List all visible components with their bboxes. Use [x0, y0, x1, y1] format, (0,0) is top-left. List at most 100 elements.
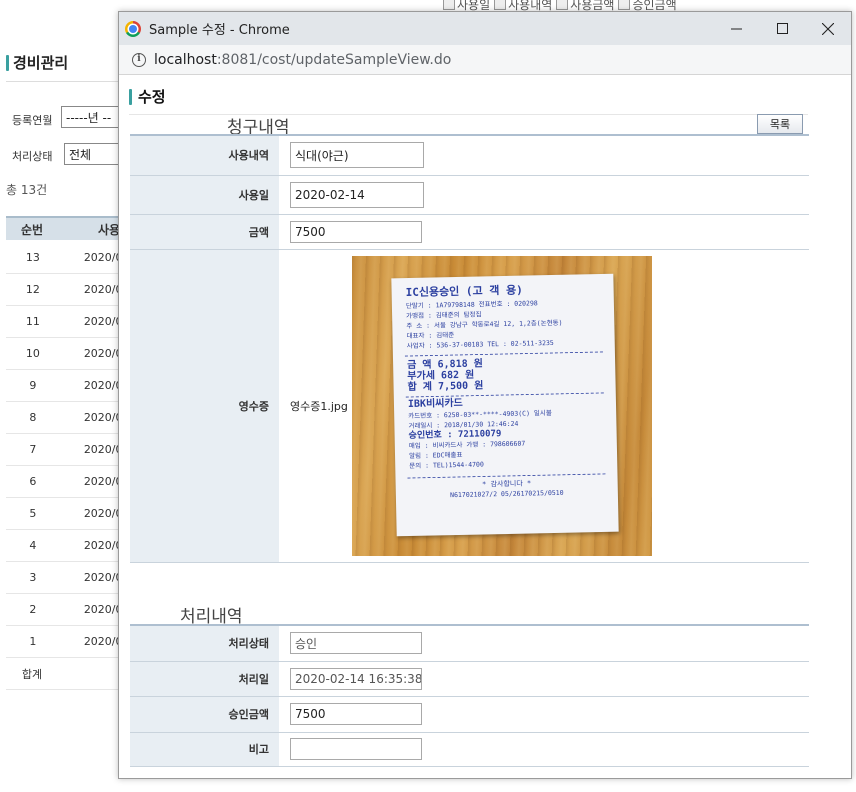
window-title: Sample 수정 - Chrome [149, 23, 290, 38]
row-date: 2020/0 [83, 411, 121, 424]
info-icon[interactable]: i [132, 52, 146, 67]
row-date: 2020/0 [83, 283, 121, 296]
date-input[interactable]: 2020-02-14 [290, 181, 424, 208]
row-date: 2020/0 [83, 507, 121, 520]
status-cell: 승인 [279, 624, 809, 662]
filter-label-status: 처리상태 [12, 150, 53, 163]
checkbox-icon[interactable] [443, 0, 455, 10]
row-seq: 3 [29, 571, 37, 584]
page-content: 수정 청구내역 목록 사용내역 식대(야근) 사용일 2020-02-14 금액 [119, 76, 851, 778]
amount-label: 금액 [130, 214, 279, 250]
usage-input[interactable]: 식대(야근) [290, 142, 424, 169]
divider [6, 81, 121, 82]
sum-row: 합계 [6, 658, 121, 690]
close-button[interactable] [805, 12, 851, 45]
approved-amount-input[interactable]: 7500 [290, 703, 422, 725]
row-date: 2020/0 [83, 315, 121, 328]
note-label: 비고 [130, 732, 279, 767]
row-seq: 1 [29, 635, 37, 648]
table-row[interactable]: 3 2020/0 [6, 562, 121, 594]
row-date: 2020/0 [83, 539, 121, 552]
processed-date-label: 처리일 [130, 661, 279, 697]
table-row[interactable]: 8 2020/0 [6, 402, 121, 434]
date-cell: 2020-02-14 [279, 175, 809, 215]
table-row[interactable]: 1 2020/0 [6, 626, 121, 658]
list-table-body: 13 2020/0 12 2020/0 11 2020/0 10 2020/0 9 2020/0 8… [6, 242, 121, 690]
row-seq: 12 [25, 283, 40, 296]
note-cell [279, 732, 809, 767]
url-text[interactable]: localhost:8081/cost/updateSampleView.do [154, 52, 451, 68]
filter-month-select[interactable]: -----년 -- [61, 106, 121, 128]
status-input[interactable]: 승인 [290, 632, 422, 655]
receipt-line: 대표자 : 김태준 [406, 330, 454, 340]
row-date: 2020/0 [83, 603, 121, 616]
minimize-icon [730, 28, 742, 30]
processed-date-input[interactable]: 2020-02-14 16:35:38.0 [290, 667, 422, 690]
table-row[interactable]: 4 2020/0 [6, 530, 121, 562]
process-row-date: 처리일 2020-02-14 16:35:38.0 [130, 661, 809, 697]
row-seq: 8 [29, 411, 37, 424]
checkbox-icon[interactable] [494, 0, 507, 10]
row-date: 2020/0 [83, 379, 121, 392]
table-row[interactable]: 12 2020/0 [6, 274, 121, 306]
receipt-filename[interactable]: 영수증1.jpg [290, 398, 352, 414]
process-row-approved: 승인금액 7500 [130, 696, 809, 733]
process-row-note: 비고 [130, 732, 809, 767]
checkbox-icon[interactable] [556, 0, 569, 10]
table-row[interactable]: 2 2020/0 [6, 594, 121, 626]
table-row[interactable]: 7 2020/0 [6, 434, 121, 466]
maximize-button[interactable] [759, 12, 805, 45]
checkbox-icon[interactable] [618, 0, 631, 10]
filter-status-select[interactable]: 전체 [64, 143, 121, 165]
row-seq: 4 [29, 539, 37, 552]
approved-amount-cell: 7500 [279, 696, 809, 733]
total-count: 총 13건 [6, 183, 48, 197]
page-title-text: 수정 [138, 88, 166, 106]
list-button[interactable]: 목록 [757, 114, 803, 134]
status-label: 처리상태 [130, 624, 279, 662]
table-row[interactable]: 13 2020/0 [6, 242, 121, 274]
row-date: 2020/0 [83, 475, 121, 488]
row-date: 2020/0 [83, 347, 121, 360]
title-accent-bar [6, 54, 9, 71]
row-seq: 2 [29, 603, 37, 616]
address-bar[interactable]: i localhost:8081/cost/updateSampleView.d… [119, 45, 851, 75]
chrome-icon [125, 20, 141, 37]
row-seq: 11 [25, 315, 40, 328]
minimize-button[interactable] [713, 12, 759, 45]
row-date: 2020/0 [83, 251, 121, 264]
receipt-label: 영수증 [130, 249, 279, 563]
receipt-line: 알림 : EDC매출표 [409, 449, 463, 459]
row-seq: 9 [29, 379, 37, 392]
row-seq: 6 [29, 475, 37, 488]
page-title: 수정 [129, 86, 166, 107]
receipt-text-image: IC신용승인 (고 객 용)단말기 : 1A79798148 전표번호 : 02… [404, 282, 606, 499]
receipt-line: 금 액 6,818 원 [407, 356, 483, 371]
amount-input[interactable]: 7500 [290, 220, 422, 243]
table-row[interactable]: 5 2020/0 [6, 498, 121, 530]
background-page-title: 경비관리 [6, 52, 68, 73]
processed-date-cell: 2020-02-14 16:35:38.0 [279, 661, 809, 697]
receipt-line: 거래일시 : 2018/01/30 12:46:24 [408, 418, 518, 429]
receipt-image[interactable]: IC신용승인 (고 객 용) 단말기 : 1A79798148 전표번호 : 02… [352, 255, 652, 556]
approved-amount-label: 승인금액 [130, 696, 279, 733]
table-row[interactable]: 11 2020/0 [6, 306, 121, 338]
usage-label: 사용내역 [130, 134, 279, 176]
row-seq: 7 [29, 443, 37, 456]
background-title-text: 경비관리 [13, 54, 69, 72]
amount-cell: 7500 [279, 214, 809, 250]
table-row[interactable]: 10 2020/0 [6, 338, 121, 370]
claim-row-amount: 금액 7500 [130, 214, 809, 250]
note-input[interactable] [290, 738, 422, 760]
receipt-cell: 영수증1.jpg IC신용승인 (고 객 용) 단말기 : 1A79798148 … [279, 249, 809, 563]
table-row[interactable]: 9 2020/0 [6, 370, 121, 402]
receipt-divider [407, 473, 606, 478]
row-seq: 5 [29, 507, 37, 520]
window-controls [713, 12, 851, 45]
process-table: 처리상태 승인 처리일 2020-02-14 16:35:38.0 승인금액 7… [130, 624, 809, 767]
table-row[interactable]: 6 2020/0 [6, 466, 121, 498]
row-seq: 13 [25, 251, 40, 264]
row-date: 2020/0 [83, 571, 121, 584]
window-titlebar[interactable]: Sample 수정 - Chrome [119, 12, 851, 45]
claim-table: 사용내역 식대(야근) 사용일 2020-02-14 금액 7500 영수증 영… [130, 134, 809, 563]
